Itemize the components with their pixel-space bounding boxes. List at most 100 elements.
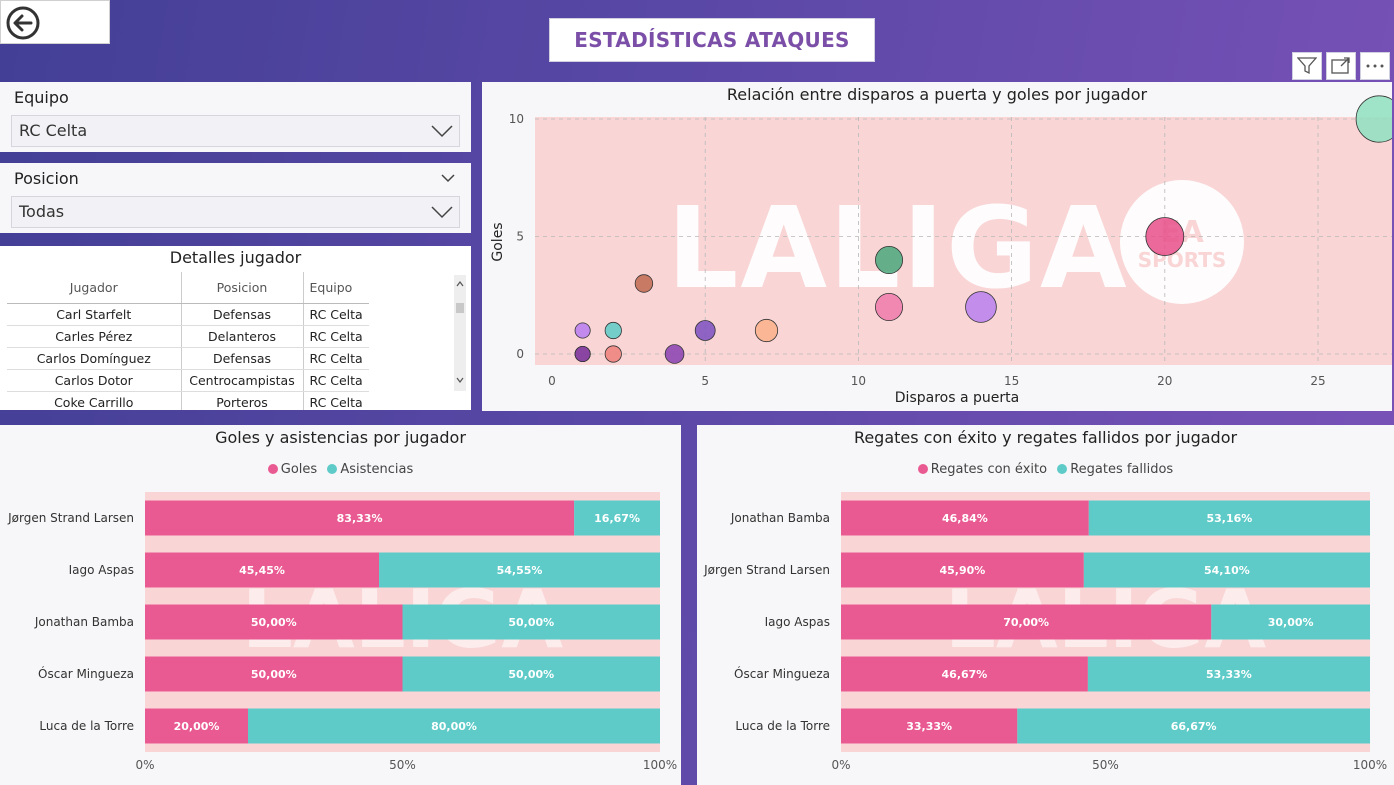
equipo-slicer-title: Equipo [14, 88, 69, 107]
data-label: 50,00% [508, 668, 554, 681]
x-tick-label: 0% [831, 758, 850, 772]
x-tick-label: 0% [135, 758, 154, 772]
goals-assists-chart[interactable]: LALIGA83,33%16,67%Jørgen Strand Larsen45… [0, 425, 681, 785]
cell-jugador: Carles Pérez [7, 325, 182, 348]
cell-equipo: RC Celta [303, 325, 369, 348]
scatter-point[interactable] [664, 344, 685, 364]
y-tick-label: 0 [516, 347, 524, 361]
column-header-jugador[interactable]: Jugador [7, 272, 182, 304]
scatter-point[interactable] [965, 291, 997, 323]
category-label: Jonathan Bamba [34, 615, 134, 629]
table-row[interactable]: Carlos Domínguez Defensas RC Celta [7, 347, 369, 370]
data-label: 16,67% [594, 512, 640, 525]
scatter-point[interactable] [1145, 217, 1185, 256]
chevron-down-icon [431, 125, 453, 138]
scatter-point[interactable] [574, 322, 591, 339]
posicion-slicer: Posicion Todas [0, 163, 471, 233]
data-label: 83,33% [337, 512, 383, 525]
x-tick-label: 5 [701, 374, 709, 388]
cell-posicion: Defensas [181, 303, 304, 326]
cell-equipo: RC Celta [303, 347, 369, 370]
x-tick-label: 20 [1157, 374, 1172, 388]
chevron-down-icon [431, 206, 453, 219]
data-label: 54,10% [1204, 564, 1250, 577]
back-arrow-icon [6, 6, 40, 40]
scroll-thumb[interactable] [456, 303, 464, 313]
cell-jugador: Carlos Dotor [7, 369, 182, 392]
data-label: 45,90% [939, 564, 985, 577]
posicion-selected-value: Todas [19, 202, 65, 221]
data-label: 45,45% [239, 564, 285, 577]
watermark-brand-text: LALIGA [667, 184, 1129, 314]
scroll-up-icon[interactable] [456, 281, 464, 287]
cell-equipo: RC Celta [303, 369, 369, 392]
scatter-chart-panel: Relación entre disparos a puerta y goles… [482, 82, 1392, 411]
x-tick-label: 15 [1004, 374, 1019, 388]
x-axis-label: Disparos a puerta [895, 390, 1019, 406]
goals-assists-chart-panel: Goles y asistencias por jugador Goles As… [0, 425, 681, 785]
dribbles-chart[interactable]: LALIGA46,84%53,16%Jonathan Bamba45,90%54… [697, 425, 1394, 785]
dribbles-chart-panel: Regates con éxito y regates fallidos por… [697, 425, 1394, 785]
data-label: 30,00% [1268, 616, 1314, 629]
filter-icon [1297, 57, 1317, 75]
data-label: 66,67% [1171, 720, 1217, 733]
y-tick-label: 5 [516, 230, 524, 244]
posicion-slicer-title: Posicion [14, 169, 79, 188]
scatter-point[interactable] [694, 320, 716, 341]
more-options-button[interactable] [1360, 52, 1390, 80]
y-tick-label: 10 [509, 112, 524, 126]
scatter-point[interactable] [875, 292, 904, 321]
category-label: Luca de la Torre [735, 719, 830, 733]
column-header-equipo[interactable]: Equipo [303, 272, 369, 304]
page-title: ESTADÍSTICAS ATAQUES [574, 28, 850, 52]
equipo-dropdown[interactable]: RC Celta [11, 115, 460, 147]
x-tick-label: 25 [1310, 374, 1325, 388]
cell-jugador: Coke Carrillo [7, 391, 182, 410]
data-label: 46,84% [942, 512, 988, 525]
filter-button[interactable] [1292, 52, 1322, 80]
details-table-panel: Detalles jugador Jugador Posicion Equipo… [0, 246, 471, 410]
focus-mode-button[interactable] [1326, 52, 1356, 80]
data-label: 54,55% [497, 564, 543, 577]
equipo-selected-value: RC Celta [19, 121, 88, 140]
table-row[interactable]: Carl Starfelt Defensas RC Celta [7, 303, 369, 326]
scatter-point[interactable] [604, 345, 622, 363]
table-scrollbar[interactable] [454, 275, 466, 391]
table-row[interactable]: Carles Pérez Delanteros RC Celta [7, 325, 369, 348]
equipo-slicer: Equipo RC Celta [0, 82, 471, 152]
scatter-point[interactable] [574, 345, 591, 362]
scatter-point[interactable] [634, 274, 654, 293]
collapse-chevron-icon[interactable] [441, 173, 455, 183]
scatter-point[interactable] [604, 321, 622, 340]
category-label: Jonathan Bamba [730, 511, 830, 525]
x-tick-label: 100% [643, 758, 677, 772]
x-tick-label: 50% [389, 758, 416, 772]
table-row[interactable]: Carlos Dotor Centrocampistas RC Celta [7, 369, 369, 392]
expand-icon [1331, 57, 1350, 74]
cell-jugador: Carlos Domínguez [7, 347, 182, 370]
category-label: Óscar Mingueza [38, 666, 134, 681]
data-label: 50,00% [251, 616, 297, 629]
watermark-sponsor-bottom: SPORTS [1138, 248, 1227, 272]
visual-toolbar [1292, 52, 1390, 80]
data-label: 46,67% [942, 668, 988, 681]
cell-posicion: Centrocampistas [181, 369, 304, 392]
back-button[interactable] [0, 0, 110, 44]
table-row[interactable]: Coke Carrillo Porteros RC Celta [7, 391, 369, 410]
scatter-chart[interactable]: LALIGAEASPORTS05101520250510Disparos a p… [482, 82, 1392, 411]
cell-jugador: Carl Starfelt [7, 303, 182, 326]
data-label: 20,00% [174, 720, 220, 733]
x-tick-label: 0 [548, 374, 556, 388]
scroll-down-icon[interactable] [456, 377, 464, 383]
data-label: 53,33% [1206, 668, 1252, 681]
category-label: Luca de la Torre [39, 719, 134, 733]
cell-posicion: Porteros [181, 391, 304, 410]
data-label: 80,00% [431, 720, 477, 733]
column-header-posicion[interactable]: Posicion [181, 272, 304, 304]
scatter-point[interactable] [875, 245, 904, 274]
more-icon [1366, 64, 1384, 68]
cell-equipo: RC Celta [303, 391, 369, 410]
scatter-point[interactable] [754, 318, 779, 343]
data-label: 33,33% [906, 720, 952, 733]
posicion-dropdown[interactable]: Todas [11, 196, 460, 228]
